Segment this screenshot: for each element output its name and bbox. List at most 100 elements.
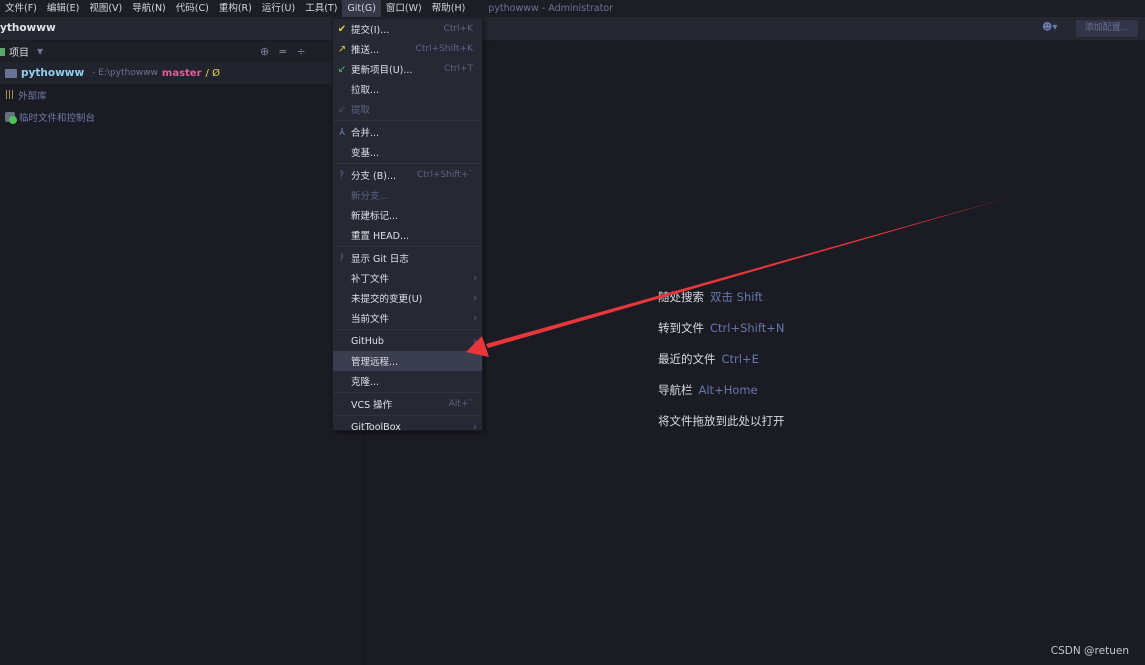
- chevron-right-icon: ›: [473, 292, 477, 304]
- branch-name: master: [161, 67, 202, 79]
- menu-item-shortcut: Ctrl+Shift+`: [416, 170, 473, 180]
- hint-shortcut: Ctrl+Shift+N: [710, 321, 785, 335]
- git-menu-item[interactable]: 拉取...: [333, 79, 482, 99]
- merge-icon: ⅄: [338, 126, 346, 138]
- menu-item-label: 合并...: [351, 128, 380, 139]
- editor-hint: 最近的文件 Ctrl+E: [658, 351, 759, 367]
- git-menu-item[interactable]: 重置 HEAD...: [333, 225, 482, 245]
- editor-hint: 导航栏 Alt+Home: [658, 382, 758, 398]
- git-menu-item[interactable]: GitHub ›: [333, 331, 482, 351]
- expand-all-icon[interactable]: ≖: [278, 45, 287, 58]
- menu-1[interactable]: 编辑(E): [42, 0, 84, 17]
- folder-icon: [5, 68, 17, 78]
- menu-item-label: 提取: [351, 105, 371, 116]
- menu-item-label: 新建标记...: [351, 211, 399, 222]
- user-icon[interactable]: ☻▾: [1042, 22, 1057, 33]
- menu-7[interactable]: 工具(T): [300, 0, 342, 17]
- git-menu-item[interactable]: ᚹ 显示 Git 日志: [333, 248, 482, 268]
- tree-item-label: 临时文件和控制台: [19, 113, 96, 124]
- git-menu-item[interactable]: 变基...: [333, 142, 482, 162]
- root-name: pythowww: [21, 67, 85, 79]
- git-menu-item[interactable]: 未提交的变更(U) ›: [333, 288, 482, 308]
- git-menu-item[interactable]: 当前文件 ›: [333, 308, 482, 328]
- menu-10[interactable]: 帮助(H): [427, 0, 471, 17]
- git-menu-item[interactable]: VCS 操作 Alt+`: [333, 394, 482, 414]
- git-menu-item[interactable]: GitToolBox ›: [333, 417, 482, 437]
- hint-shortcut: Ctrl+E: [721, 352, 759, 366]
- project-view-icon: [0, 47, 5, 56]
- menu-4[interactable]: 代码(C): [171, 0, 214, 17]
- menu-item-label: GitHub: [351, 335, 384, 347]
- menu-item-shortcut: Ctrl+Shift+K: [415, 44, 473, 54]
- add-configuration-button[interactable]: 添加配置...: [1076, 20, 1138, 37]
- menu-bar: 文件(F) 编辑(E) 视图(V) 导航(N) 代码(C) 重构(R) 运行(U) 工具(T)…: [0, 0, 1145, 17]
- git-menu-item[interactable]: 补丁文件 ›: [333, 268, 482, 288]
- menu-item-label: 显示 Git 日志: [351, 254, 409, 265]
- menu-item-label: 提交(I)...: [351, 25, 390, 36]
- tree-root[interactable]: pythowww - E:\pythowww master / Ø: [0, 62, 364, 84]
- menu-item-label: 更新项目(U)...: [351, 65, 413, 76]
- tree-item-scratches[interactable]: 临时文件和控制台: [0, 106, 364, 128]
- menu-3[interactable]: 导航(N): [127, 0, 171, 17]
- hint-shortcut: Alt+Home: [698, 383, 758, 397]
- collapse-all-icon[interactable]: ÷: [296, 45, 305, 58]
- git-menu-item[interactable]: ✔ 提交(I)... Ctrl+K: [333, 19, 482, 39]
- git-menu: ✔ 提交(I)... Ctrl+K ↗ 推送... Ctrl+Shift+K ↙ 更新项目(U…: [332, 18, 483, 433]
- check-icon: ✔: [337, 23, 347, 35]
- locate-icon[interactable]: ⊕: [260, 45, 269, 58]
- git-menu-item[interactable]: ↙ 更新项目(U)... Ctrl+T: [333, 59, 482, 79]
- menu-6[interactable]: 运行(U): [257, 0, 300, 17]
- window-title: pythowww - Administrator: [488, 3, 614, 14]
- git-menu-item[interactable]: 克隆...: [333, 371, 482, 391]
- menu-separator: [333, 415, 482, 416]
- menu-item-label: 未提交的变更(U): [351, 294, 423, 305]
- project-panel-header: 项目 ▼ ⊕ ≖ ÷: [0, 41, 364, 62]
- git-menu-item[interactable]: 新建标记...: [333, 205, 482, 225]
- update-arrow-icon: ↙: [337, 63, 347, 75]
- chevron-down-icon[interactable]: ▼: [37, 47, 43, 56]
- menu-item-shortcut: Alt+`: [448, 399, 473, 409]
- chevron-right-icon: ›: [473, 272, 477, 284]
- menu-0[interactable]: 文件(F): [0, 0, 42, 17]
- fetch-icon: ⇙: [337, 103, 347, 115]
- menu-item-label: 变基...: [351, 148, 380, 159]
- toolbar: ythowww ☻▾ 添加配置...: [0, 17, 1145, 41]
- menu-item-label: 推送...: [351, 45, 380, 56]
- branch-status: / Ø: [205, 67, 220, 79]
- menu-item-label: GitToolBox: [351, 421, 401, 433]
- git-menu-item[interactable]: ⅄ 合并...: [333, 122, 482, 142]
- menu-item-shortcut: Ctrl+T: [443, 64, 473, 74]
- git-menu-item[interactable]: 管理远程...: [333, 351, 482, 371]
- chevron-right-icon: ›: [473, 312, 477, 324]
- menu-item-label: 分支 (B)...: [351, 171, 397, 182]
- menu-separator: [333, 329, 482, 330]
- editor-hint: 将文件拖放到此处以打开: [658, 413, 785, 429]
- chevron-right-icon: ›: [473, 421, 477, 433]
- tree-item-label: 外部库: [18, 91, 47, 102]
- menu-separator: [333, 392, 482, 393]
- menu-5[interactable]: 重构(R): [214, 0, 257, 17]
- git-menu-item[interactable]: ᚹ 分支 (B)... Ctrl+Shift+`: [333, 165, 482, 185]
- project-view-selector[interactable]: 项目: [9, 44, 29, 59]
- menu-9[interactable]: 窗口(W): [381, 0, 427, 17]
- project-name: ythowww: [0, 22, 56, 34]
- hint-shortcut: 双击 Shift: [710, 290, 763, 304]
- git-menu-item[interactable]: ↗ 推送... Ctrl+Shift+K: [333, 39, 482, 59]
- menu-item-label: 补丁文件: [351, 274, 390, 285]
- hint-label: 将文件拖放到此处以打开: [658, 414, 785, 428]
- menu-item-label: 拉取...: [351, 85, 380, 96]
- menu-item-label: VCS 操作: [351, 400, 393, 411]
- menu-2[interactable]: 视图(V): [84, 0, 127, 17]
- root-path: - E:\pythowww: [92, 68, 158, 78]
- menu-separator: [333, 163, 482, 164]
- menu-item-shortcut: Ctrl+K: [443, 24, 473, 34]
- watermark: CSDN @retuen: [1050, 645, 1129, 657]
- chevron-right-icon: ›: [473, 335, 477, 347]
- menu-item-label: 管理远程...: [351, 357, 399, 368]
- menu-8[interactable]: Git(G): [342, 0, 381, 17]
- hint-label: 转到文件: [658, 321, 704, 335]
- tree-item-external-libraries[interactable]: ||| 外部库: [0, 84, 364, 106]
- git-menu-item: 新分支...: [333, 185, 482, 205]
- menu-item-label: 克隆...: [351, 377, 380, 388]
- menu-item-label: 新分支...: [351, 191, 389, 202]
